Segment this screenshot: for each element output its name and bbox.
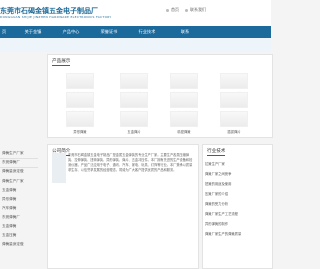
product-thumb xyxy=(170,92,198,108)
product-item[interactable]: 异形弹簧 xyxy=(58,111,102,134)
nav-certificates-label: 荣誉证书 xyxy=(100,29,118,34)
nav-about-label: 关于金镇 xyxy=(24,29,42,34)
sidebar-item[interactable]: 东莞弹簧厂 xyxy=(2,160,20,165)
product-thumb xyxy=(66,92,94,108)
sidebar-item[interactable]: 弹簧量身定做 xyxy=(2,169,24,174)
site-header: 东莞市石碣金镇五金电子制品厂 DONGGUAN SHIJIE JINZHEN H… xyxy=(0,0,271,26)
nav-about[interactable]: 关于金镇 xyxy=(14,26,52,38)
news-item[interactable]: 弹簧厂家生产的弹簧质量 xyxy=(205,231,241,236)
phone-icon xyxy=(185,8,188,12)
nav-products[interactable]: 产品中心 xyxy=(52,26,90,38)
product-name: 插拔弹片 xyxy=(227,130,241,134)
product-thumb xyxy=(170,111,198,127)
product-thumb xyxy=(220,92,248,108)
product-item[interactable]: 插拔弹片 xyxy=(212,111,256,134)
sidebar-item[interactable]: 弹簧生产厂家 xyxy=(2,179,24,184)
home-icon xyxy=(166,8,169,12)
news-item[interactable]: 拉簧生产厂家 xyxy=(205,161,225,166)
nav-tech[interactable]: 行业技术 xyxy=(128,26,166,38)
nav-contact-label: 联系 xyxy=(180,29,190,34)
sidebar-item[interactable]: 五金弹簧 xyxy=(2,224,16,229)
product-panel: 产品展示 扭簧定做 电池弹片 镇定不锈钢卷簧 不锈钢弹簧 新能源电池弹片 汽车弹… xyxy=(47,54,273,138)
product-thumb xyxy=(220,73,248,89)
sidebar-item[interactable]: 异形弹簧 xyxy=(2,197,16,202)
sidebar-item[interactable]: 弹簧量身定做 xyxy=(2,242,24,247)
home-link[interactable]: 首页 xyxy=(166,7,179,13)
product-thumb xyxy=(66,111,94,127)
sidebar-item[interactable]: 五金弹簧 xyxy=(2,188,16,193)
intro-text: 东莞市石碣金镇五金电子制品厂是金属五金弹簧的专业生产厂家。主要生产各类压缩弹簧、… xyxy=(68,153,193,173)
intro-image xyxy=(52,153,66,183)
main-nav: 页 关于金镇 产品中心 荣誉证书 行业技术 联系 xyxy=(0,26,271,38)
contact-link[interactable]: 联系我们 xyxy=(185,7,206,13)
nav-home[interactable]: 页 xyxy=(0,26,14,38)
product-thumb xyxy=(120,92,148,108)
news-item[interactable]: 压簧厂家的介绍 xyxy=(205,191,228,196)
product-thumb xyxy=(66,73,94,89)
sidebar-item[interactable]: 弹簧生产厂家 xyxy=(2,151,24,156)
news-item[interactable]: 扭簧的用途及使用 xyxy=(205,181,231,186)
product-thumb xyxy=(170,73,198,89)
sidebar-divider xyxy=(0,167,38,168)
product-name: 精密弹簧 xyxy=(177,130,191,134)
nav-contact[interactable]: 联系 xyxy=(166,26,204,38)
product-name: 异形弹簧 xyxy=(73,130,87,134)
product-panel-title: 产品展示 xyxy=(52,59,71,64)
nav-tech-label: 行业技术 xyxy=(138,29,156,34)
company-logo-english: DONGGUAN SHIJIE JINZHEN HARDWARE ELECTRO… xyxy=(0,15,112,19)
intro-panel: 公司简介 东莞市石碣金镇五金电子制品厂是金属五金弹簧的专业生产厂家。主要生产各类… xyxy=(47,144,199,269)
sidebar-item[interactable]: 东莞弹簧厂 xyxy=(2,215,20,220)
nav-products-label: 产品中心 xyxy=(62,29,80,34)
contact-link-label: 联系我们 xyxy=(190,7,206,12)
nav-home-label: 页 xyxy=(2,29,7,34)
news-item[interactable]: 弹簧的受力分析 xyxy=(205,201,228,206)
news-panel-underline xyxy=(207,155,225,156)
news-item[interactable]: 弹簧厂家生产工艺流程 xyxy=(205,211,238,216)
product-panel-underline xyxy=(52,65,70,66)
nav-certificates[interactable]: 荣誉证书 xyxy=(90,26,128,38)
news-panel-title: 行业技术 xyxy=(207,149,226,154)
product-name: 五金弹片 xyxy=(127,130,141,134)
product-item[interactable]: 精密弹簧 xyxy=(162,111,206,134)
top-links: 首页 联系我们 xyxy=(166,7,206,13)
news-item[interactable]: 弹簧厂家之间竞争 xyxy=(205,171,231,176)
sidebar-item[interactable]: 汽车弹簧 xyxy=(2,206,16,211)
product-thumb xyxy=(120,111,148,127)
sidebar-divider xyxy=(0,158,38,159)
sidebar-item[interactable]: 五金压簧 xyxy=(2,233,16,238)
product-item[interactable]: 五金弹片 xyxy=(112,111,156,134)
banner-strip xyxy=(0,38,271,52)
home-link-label: 首页 xyxy=(171,7,179,12)
product-thumb xyxy=(220,111,248,127)
news-panel: 行业技术 拉簧生产厂家 弹簧厂家之间竞争 扭簧的用途及使用 压簧厂家的介绍 弹簧… xyxy=(202,144,273,269)
news-item[interactable]: 异形弹簧的制作 xyxy=(205,221,228,226)
sidebar: 弹簧生产厂家 东莞弹簧厂 弹簧量身定做 弹簧生产厂家 五金弹簧 异形弹簧 汽车弹… xyxy=(0,52,38,267)
product-thumb xyxy=(120,73,148,89)
